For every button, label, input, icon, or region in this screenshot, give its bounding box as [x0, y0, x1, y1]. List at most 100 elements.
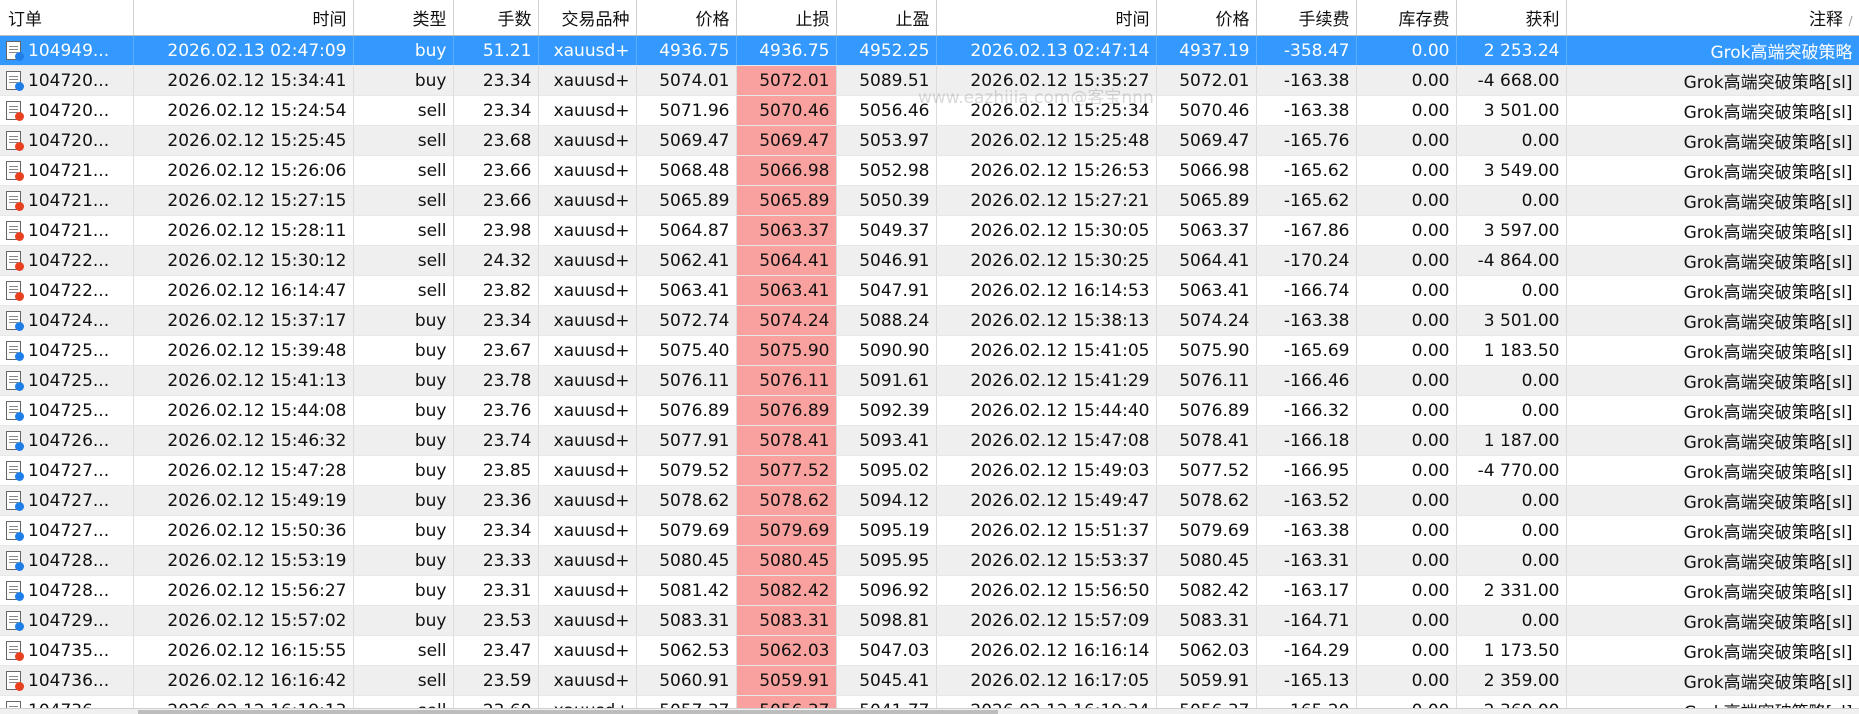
cell-profit: 0.00: [1456, 395, 1567, 426]
cell-profit: 0.00: [1456, 365, 1567, 396]
cell-comment: Grok高端突破策略[sl]: [1566, 335, 1859, 366]
cell-swap: 0.00: [1356, 515, 1457, 546]
table-row[interactable]: 104725... 2026.02.12 15:44:08 buy 23.76 xauu…: [0, 395, 1859, 426]
cell-lots: 23.34: [453, 305, 539, 336]
column-header-swap[interactable]: 库存费: [1356, 0, 1457, 36]
cell-profit: 0.00: [1456, 125, 1567, 156]
resize-grip-icon: /: [1848, 14, 1853, 28]
table-row[interactable]: 104726... 2026.02.12 15:46:32 buy 23.74 xauu…: [0, 425, 1859, 456]
buy-order-icon: [6, 370, 24, 391]
cell-open-time: 2026.02.12 15:57:02: [133, 605, 354, 636]
cell-close-price: 5070.46: [1156, 95, 1257, 126]
cell-commission: -166.74: [1256, 275, 1357, 306]
cell-order: 104728...: [0, 545, 134, 576]
table-row[interactable]: 104949... 2026.02.13 02:47:09 buy 51.21 xauu…: [0, 35, 1859, 66]
cell-profit: 1 183.50: [1456, 335, 1567, 366]
table-row[interactable]: 104721... 2026.02.12 15:26:06 sell 23.66 xau…: [0, 155, 1859, 186]
cell-stop-loss: 5074.24: [736, 305, 837, 336]
order-id: 104727...: [28, 460, 110, 481]
cell-order: 104720...: [0, 95, 134, 126]
cell-profit: 0.00: [1456, 545, 1567, 576]
table-row[interactable]: 104735... 2026.02.12 16:15:55 sell 23.47 xau…: [0, 635, 1859, 666]
table-row[interactable]: 104724... 2026.02.12 15:37:17 buy 23.34 xauu…: [0, 305, 1859, 336]
column-header-take-profit[interactable]: 止盈: [836, 0, 937, 36]
table-row[interactable]: 104720... 2026.02.12 15:34:41 buy 23.34 xauu…: [0, 65, 1859, 96]
cell-close-price: 5075.90: [1156, 335, 1257, 366]
table-row[interactable]: 104736... 2026.02.12 16:16:42 sell 23.59 xau…: [0, 665, 1859, 696]
cell-open-price: 5080.45: [636, 545, 737, 576]
cell-stop-loss: 5080.45: [736, 545, 837, 576]
cell-stop-loss: 5083.31: [736, 605, 837, 636]
cell-stop-loss: 5072.01: [736, 65, 837, 96]
column-header-profit[interactable]: 获利: [1456, 0, 1567, 36]
cell-open-time: 2026.02.12 15:46:32: [133, 425, 354, 456]
column-header-open-price[interactable]: 价格: [636, 0, 737, 36]
sell-order-icon: [6, 160, 24, 181]
cell-symbol: xauusd+: [538, 35, 637, 66]
cell-swap: 0.00: [1356, 545, 1457, 576]
cell-comment: Grok高端突破策略[sl]: [1566, 125, 1859, 156]
order-id: 104728...: [28, 550, 110, 571]
cell-lots: 23.85: [453, 455, 539, 486]
table-row[interactable]: 104720... 2026.02.12 15:25:45 sell 23.68 xau…: [0, 125, 1859, 156]
table-row[interactable]: 104725... 2026.02.12 15:41:13 buy 23.78 xauu…: [0, 365, 1859, 396]
cell-open-price: 5076.89: [636, 395, 737, 426]
table-row[interactable]: 104720... 2026.02.12 15:24:54 sell 23.34 xau…: [0, 95, 1859, 126]
table-row[interactable]: 104722... 2026.02.12 15:30:12 sell 24.32 xau…: [0, 245, 1859, 276]
trade-history-table: 订单 时间 类型 手数 交易品种 价格 止损 止盈 时间 价格 手续费 库存费 …: [0, 0, 1859, 714]
column-header-close-time[interactable]: 时间: [936, 0, 1157, 36]
cell-order: 104736...: [0, 665, 134, 696]
sell-order-icon: [6, 220, 24, 241]
cell-open-time: 2026.02.12 16:15:55: [133, 635, 354, 666]
cell-commission: -165.62: [1256, 185, 1357, 216]
order-id: 104722...: [28, 250, 110, 271]
cell-type: buy: [353, 455, 454, 486]
cell-symbol: xauusd+: [538, 365, 637, 396]
table-row[interactable]: 104728... 2026.02.12 15:56:27 buy 23.31 xauu…: [0, 575, 1859, 606]
table-row[interactable]: 104722... 2026.02.12 16:14:47 sell 23.82 xau…: [0, 275, 1859, 306]
column-header-order[interactable]: 订单: [0, 0, 134, 36]
table-row[interactable]: 104727... 2026.02.12 15:50:36 buy 23.34 xauu…: [0, 515, 1859, 546]
cell-comment: Grok高端突破策略: [1566, 35, 1859, 66]
table-row[interactable]: 104729... 2026.02.12 15:57:02 buy 23.53 xauu…: [0, 605, 1859, 636]
cell-open-price: 5074.01: [636, 65, 737, 96]
scrollbar-thumb[interactable]: [138, 710, 998, 714]
buy-order-icon: [6, 460, 24, 481]
table-row[interactable]: 104727... 2026.02.12 15:49:19 buy 23.36 xauu…: [0, 485, 1859, 516]
cell-lots: 23.98: [453, 215, 539, 246]
cell-swap: 0.00: [1356, 65, 1457, 96]
cell-commission: -163.17: [1256, 575, 1357, 606]
cell-swap: 0.00: [1356, 305, 1457, 336]
column-header-stop-loss[interactable]: 止损: [736, 0, 837, 36]
column-header-close-price[interactable]: 价格: [1156, 0, 1257, 36]
cell-close-time: 2026.02.12 15:53:37: [936, 545, 1157, 576]
cell-comment: Grok高端突破策略[sl]: [1566, 95, 1859, 126]
cell-commission: -166.32: [1256, 395, 1357, 426]
table-row[interactable]: 104728... 2026.02.12 15:53:19 buy 23.33 xauu…: [0, 545, 1859, 576]
sell-order-icon: [6, 100, 24, 121]
column-header-commission[interactable]: 手续费: [1256, 0, 1357, 36]
cell-take-profit: 5047.03: [836, 635, 937, 666]
cell-stop-loss: 5076.89: [736, 395, 837, 426]
cell-open-time: 2026.02.12 15:44:08: [133, 395, 354, 426]
cell-comment: Grok高端突破策略[sl]: [1566, 275, 1859, 306]
cell-open-time: 2026.02.12 15:49:19: [133, 485, 354, 516]
cell-order: 104728...: [0, 575, 134, 606]
column-header-type[interactable]: 类型: [353, 0, 454, 36]
cell-symbol: xauusd+: [538, 425, 637, 456]
cell-close-price: 5065.89: [1156, 185, 1257, 216]
cell-take-profit: 5090.90: [836, 335, 937, 366]
cell-commission: -163.38: [1256, 305, 1357, 336]
horizontal-scrollbar[interactable]: [0, 708, 1859, 714]
cell-open-price: 5071.96: [636, 95, 737, 126]
table-row[interactable]: 104721... 2026.02.12 15:28:11 sell 23.98 xau…: [0, 215, 1859, 246]
column-header-lots[interactable]: 手数: [453, 0, 539, 36]
order-id: 104721...: [28, 160, 110, 181]
column-header-symbol[interactable]: 交易品种: [538, 0, 637, 36]
table-row[interactable]: 104725... 2026.02.12 15:39:48 buy 23.67 xauu…: [0, 335, 1859, 366]
cell-close-time: 2026.02.12 15:41:05: [936, 335, 1157, 366]
column-header-comment[interactable]: 注释 /: [1566, 0, 1859, 36]
table-row[interactable]: 104721... 2026.02.12 15:27:15 sell 23.66 xau…: [0, 185, 1859, 216]
table-row[interactable]: 104727... 2026.02.12 15:47:28 buy 23.85 xauu…: [0, 455, 1859, 486]
column-header-open-time[interactable]: 时间: [133, 0, 354, 36]
